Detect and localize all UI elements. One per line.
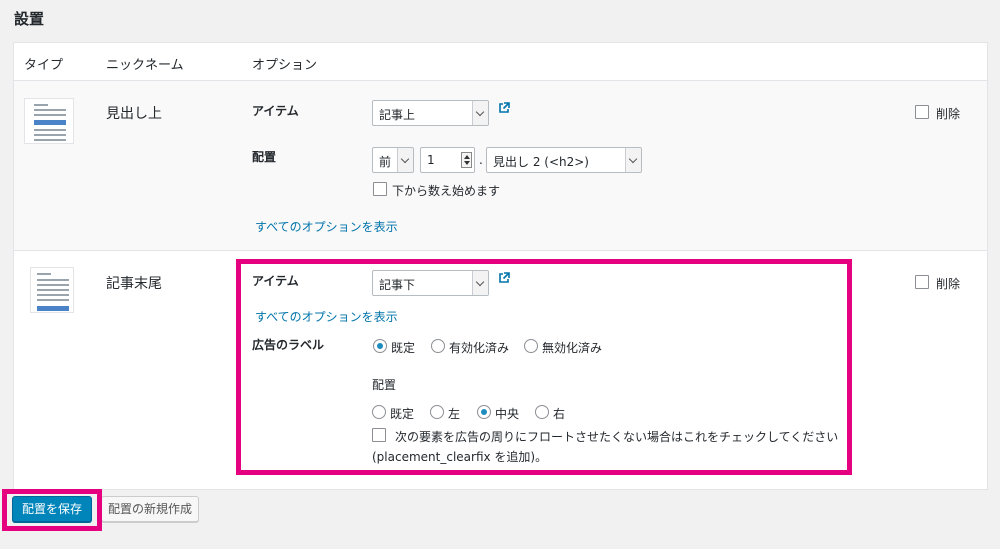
chevron-down-icon — [472, 101, 488, 125]
table-row: 見出し上 アイテム 記事上 配置 前 1 . 見出し 2 (<h2>) 下から数… — [14, 81, 987, 251]
placement-label: 配置 — [252, 150, 277, 164]
highlight-frame — [236, 259, 852, 475]
chevron-down-icon — [625, 148, 641, 172]
index-stepper[interactable]: 1 — [420, 147, 475, 173]
position-select[interactable]: 前 — [372, 147, 414, 173]
item-select[interactable]: 記事上 — [372, 100, 489, 126]
count-from-bottom-checkbox[interactable] — [373, 182, 387, 196]
placement-type-content-end-icon — [30, 267, 74, 313]
chevron-down-icon — [397, 148, 413, 172]
highlight-frame — [2, 489, 102, 531]
dot-separator: . — [479, 153, 483, 167]
delete-label: 削除 — [936, 107, 961, 121]
item-select-value: 記事上 — [379, 108, 416, 122]
placement-nickname: 見出し上 — [106, 106, 162, 122]
heading-select-value: 見出し 2 (<h2>) — [493, 155, 589, 169]
item-label: アイテム — [252, 104, 299, 118]
section-title: 設置 — [14, 10, 45, 28]
header-nickname: ニックネーム — [106, 58, 184, 73]
delete-checkbox[interactable] — [915, 275, 929, 289]
count-from-bottom-label: 下から数え始めます — [392, 184, 501, 198]
header-options: オプション — [252, 58, 318, 73]
index-value: 1 — [427, 153, 435, 167]
placement-nickname: 記事末尾 — [106, 276, 162, 292]
external-link-icon[interactable] — [498, 102, 510, 114]
new-placement-button[interactable]: 配置の新規作成 — [101, 496, 199, 522]
show-all-options-link[interactable]: すべてのオプションを表示 — [255, 218, 398, 235]
delete-label: 削除 — [936, 277, 961, 291]
table-header: タイプ ニックネーム オプション — [14, 43, 987, 81]
placement-type-before-heading-icon — [24, 98, 74, 144]
heading-select[interactable]: 見出し 2 (<h2>) — [486, 147, 642, 173]
position-select-value: 前 — [379, 155, 392, 169]
header-type: タイプ — [24, 58, 64, 73]
spinner-arrows-icon[interactable] — [461, 152, 472, 168]
delete-checkbox[interactable] — [915, 105, 929, 119]
